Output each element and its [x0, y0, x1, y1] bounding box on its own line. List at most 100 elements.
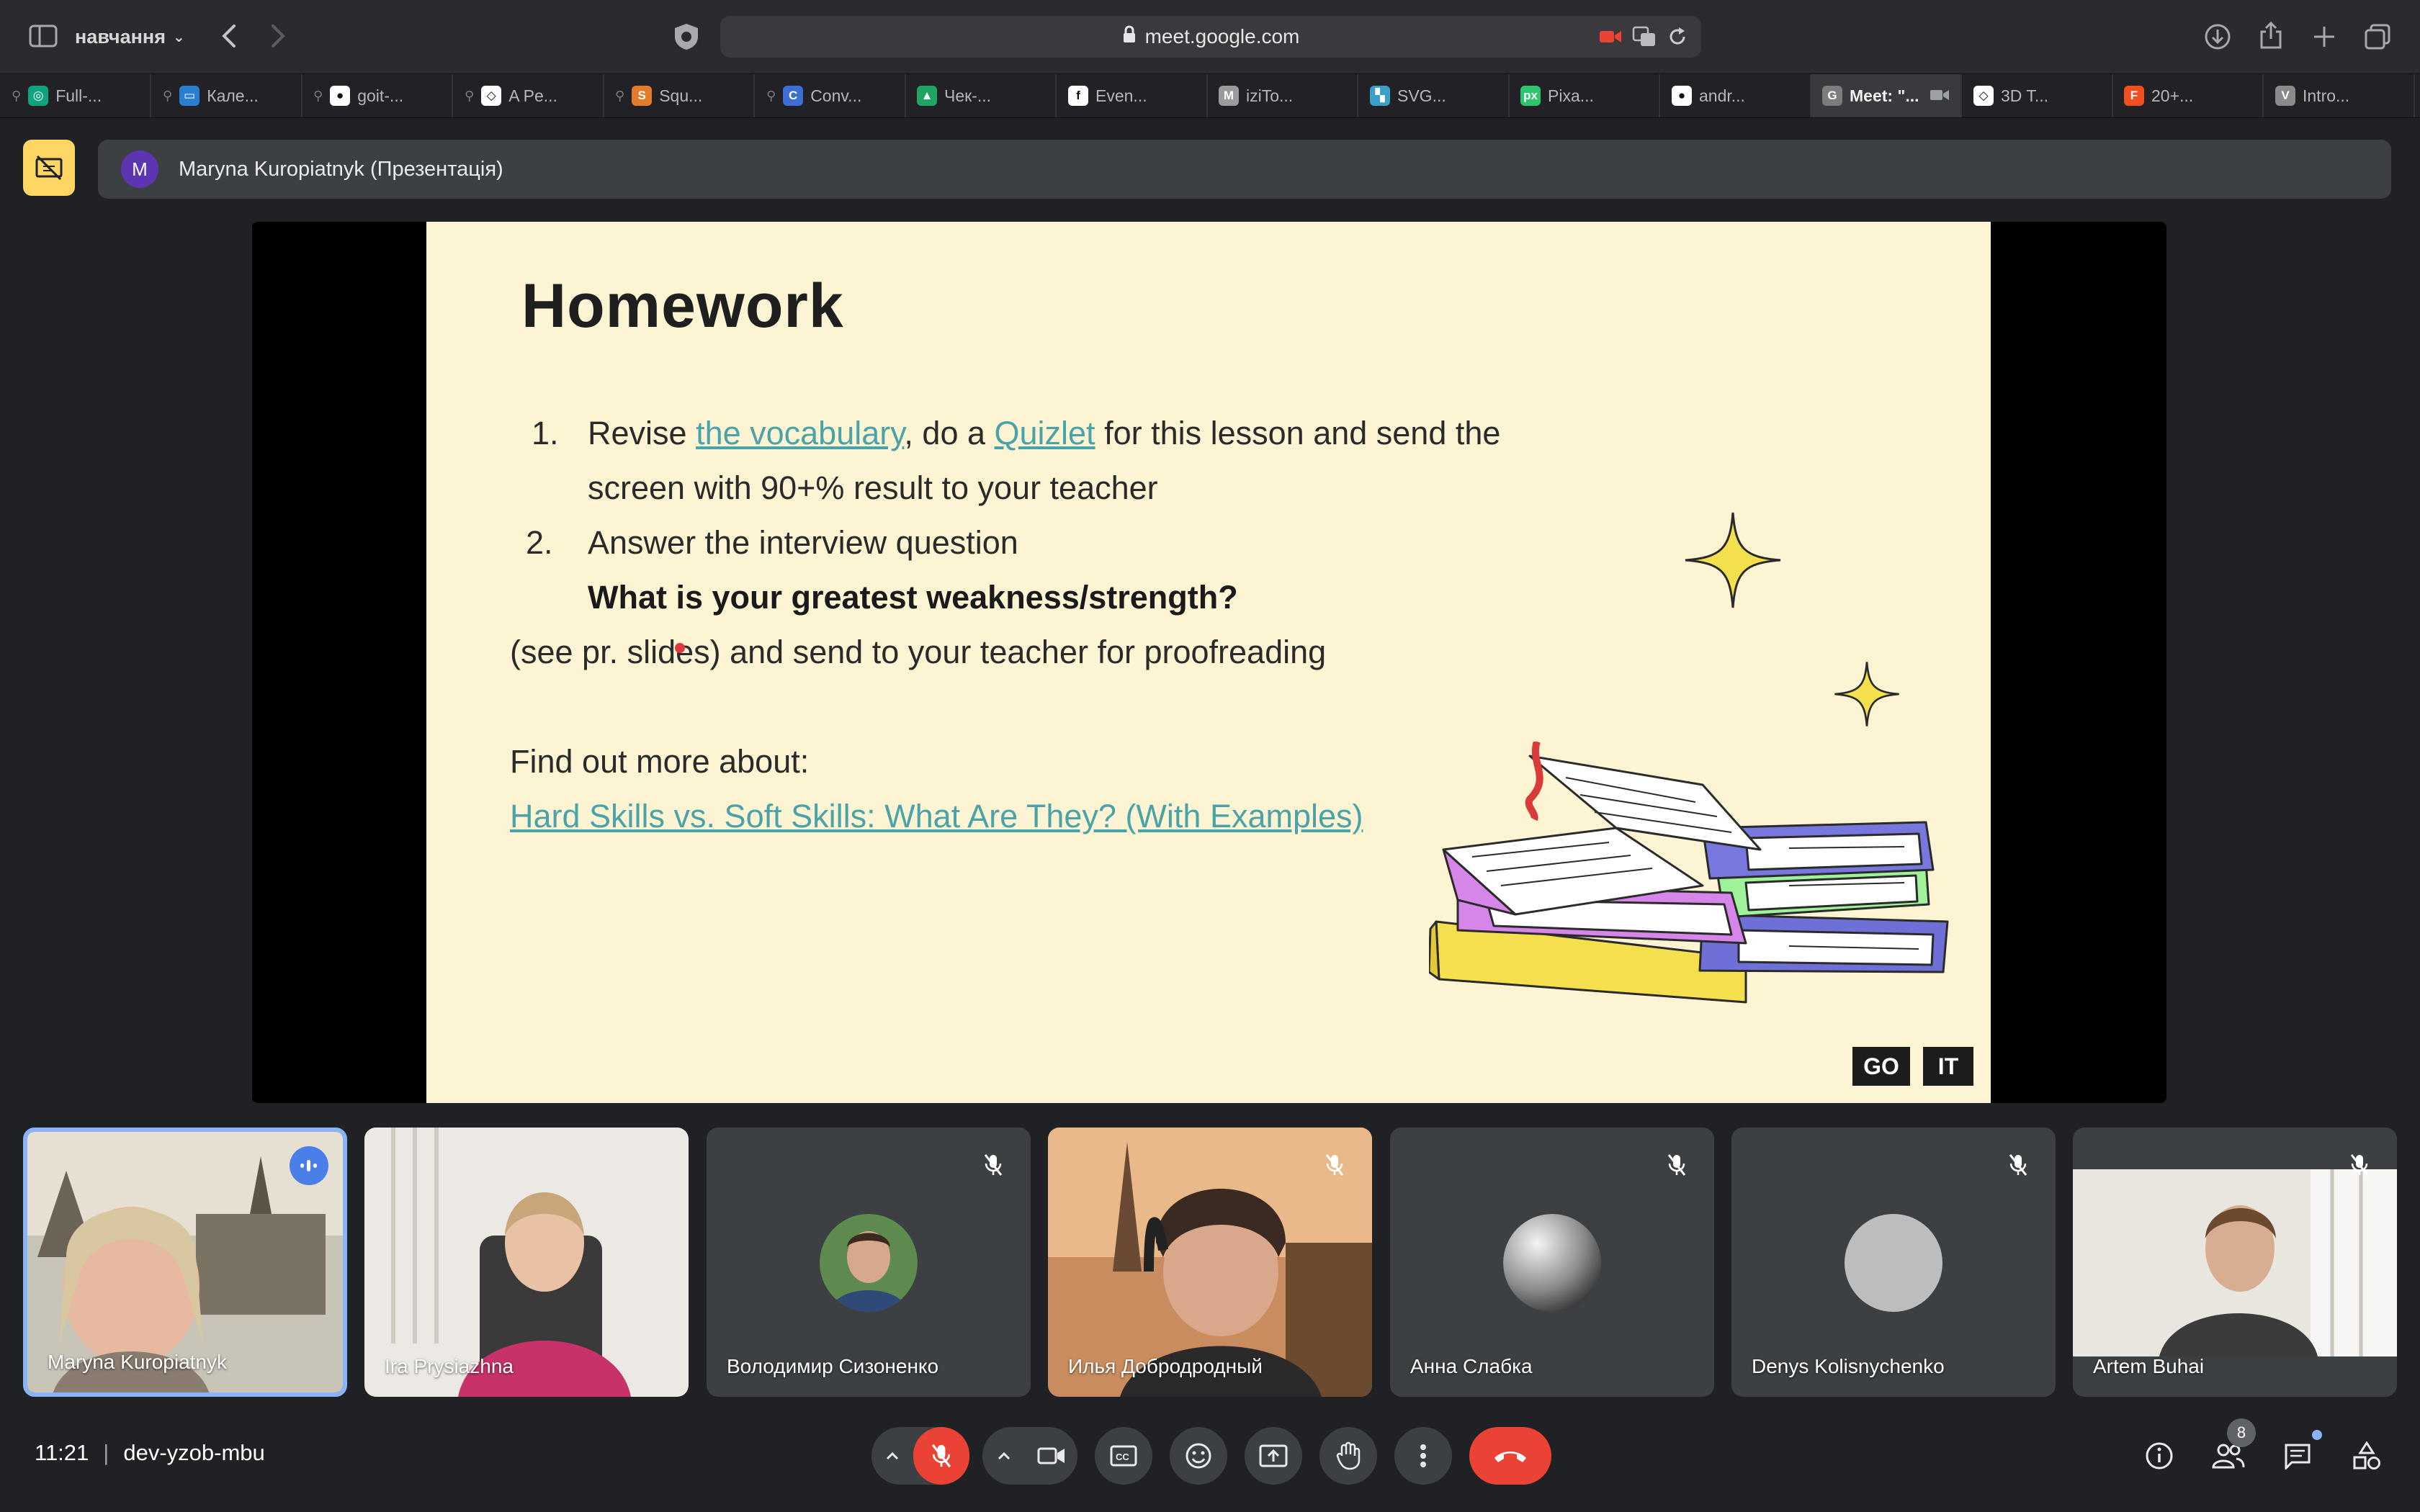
browser-tab[interactable]: f Even... [1057, 74, 1208, 117]
hand-icon [1336, 1441, 1361, 1470]
address-bar[interactable]: meet.google.com [720, 16, 1701, 58]
browser-tab[interactable]: ⚲ S Squ... [604, 74, 755, 117]
camera-control-group [982, 1427, 1077, 1485]
downloads-icon[interactable] [2201, 20, 2234, 53]
mic-control-group [871, 1427, 969, 1485]
translate-icon[interactable] [1632, 26, 1657, 53]
participant-name: Ira Prysiazhna [385, 1355, 514, 1377]
participant-name: Maryna Kuropiatnyk [48, 1351, 228, 1373]
privacy-report-icon[interactable] [670, 20, 703, 53]
logo-divider [1910, 1047, 1923, 1086]
meeting-info: 11:21 | dev-yzob-mbu [35, 1440, 265, 1466]
speaking-indicator-icon [290, 1146, 328, 1185]
tab-bar: ⚲ ◎ Full-... ⚲ ▭ Кале... ⚲ ● goit-... ⚲ ◇ A Pe... ⚲ S… [0, 73, 2420, 118]
browser-tab[interactable]: ⚲ ▭ Кале... [151, 74, 302, 117]
share-icon[interactable] [2254, 19, 2287, 52]
favicon-icon: V [2275, 86, 2295, 106]
presentation-stage: Homework 1. Revise the vocabulary, do a … [252, 222, 2166, 1103]
participant-tile[interactable]: Artem Buhai [2073, 1128, 2397, 1397]
books-illustration [1429, 742, 1949, 1004]
browser-tab[interactable]: V Intro... [2264, 74, 2415, 117]
new-tab-icon[interactable] [2308, 20, 2341, 53]
browser-tab[interactable]: F 20+... [2112, 74, 2264, 117]
browser-tab[interactable]: px Pixa... [1509, 74, 1660, 117]
camera-button[interactable] [1026, 1427, 1077, 1485]
tab-label: iziTo... [1246, 86, 1294, 105]
sidebar-toggle-icon[interactable] [27, 22, 59, 50]
captions-icon: CC [1110, 1445, 1137, 1467]
favicon-icon: px [1520, 86, 1541, 106]
leave-call-button[interactable] [1469, 1427, 1551, 1485]
reload-icon[interactable] [1667, 26, 1688, 53]
goit-logo: GO IT [1852, 1047, 1973, 1086]
browser-tab[interactable]: ▚ SVG... [1358, 74, 1510, 117]
find-more-label: Find out more about: [510, 743, 810, 780]
tab-label: Meet: "... [1850, 86, 1919, 105]
chat-button[interactable] [2275, 1430, 2322, 1479]
participant-name: Artem Buhai [2093, 1355, 2205, 1377]
camera-in-use-icon[interactable] [1599, 27, 1622, 50]
tab-group-label: навчання [75, 25, 166, 48]
tab-overview-icon[interactable] [2361, 20, 2394, 53]
stop-presenting-icon[interactable] [23, 140, 75, 196]
favicon-icon: G [1822, 86, 1842, 106]
note-text: (see pr. slides) and send to your teache… [510, 634, 1327, 670]
participant-tile[interactable]: Володимир Сизоненко [707, 1128, 1031, 1397]
people-button[interactable]: 8 [2205, 1418, 2256, 1479]
favicon-icon: S [632, 86, 653, 106]
captions-button[interactable]: CC [1095, 1427, 1152, 1485]
back-icon[interactable] [215, 22, 243, 50]
favicon-icon: ● [330, 86, 351, 106]
svg-text:CC: CC [1116, 1452, 1129, 1462]
favicon-icon: f [1068, 86, 1088, 106]
participant-tile[interactable]: Maryna Kuropiatnyk [23, 1128, 347, 1397]
raise-hand-button[interactable] [1319, 1427, 1377, 1485]
browser-tab[interactable]: ⚲ C Conv... [755, 74, 906, 117]
participant-tile[interactable]: Ira Prysiazhna [364, 1128, 689, 1397]
mic-options-button[interactable] [871, 1427, 913, 1485]
camera-options-button[interactable] [982, 1427, 1026, 1485]
browser-tab[interactable]: MiziTo... [1207, 74, 1358, 117]
favicon-icon: ◎ [28, 86, 49, 106]
favicon-icon: M [1219, 86, 1239, 106]
favicon-icon: ▭ [179, 86, 200, 106]
forward-icon[interactable] [264, 22, 292, 50]
item-text: for this lesson and send the [1095, 415, 1501, 451]
mic-off-button[interactable] [913, 1427, 969, 1485]
mic-off-icon [976, 1148, 1010, 1182]
mic-off-icon [1659, 1148, 1694, 1182]
favicon-icon: ◇ [481, 86, 502, 106]
notification-dot [2312, 1430, 2322, 1440]
camera-recording-icon [1930, 86, 1950, 106]
participant-tile[interactable]: Илья Добродродный [1048, 1128, 1372, 1397]
chat-icon [2285, 1444, 2311, 1470]
browser-tab[interactable]: ● andr... [1660, 74, 1811, 117]
quizlet-link[interactable]: Quizlet [995, 415, 1095, 451]
browser-tab[interactable]: ▲ Чек-... [905, 74, 1057, 117]
participant-tile[interactable]: Denys Kolisnychenko [1731, 1128, 2056, 1397]
mic-off-icon [1317, 1148, 1352, 1182]
vocabulary-link[interactable]: the vocabulary [696, 415, 904, 451]
homework-item-2: Answer the interview question [588, 524, 1018, 561]
article-link[interactable]: Hard Skills vs. Soft Skills: What Are Th… [510, 798, 1363, 835]
tab-label: Pixa... [1548, 86, 1594, 105]
browser-tab[interactable]: ◇ 3D T... [1962, 74, 2113, 117]
browser-tab[interactable]: ⚲ ◇ A Pe... [453, 74, 604, 117]
tab-label: Squ... [659, 86, 703, 105]
meeting-details-button[interactable] [2136, 1433, 2182, 1479]
present-button[interactable] [1245, 1427, 1302, 1485]
pin-icon: ⚲ [313, 88, 323, 103]
hang-up-icon [1494, 1452, 1526, 1462]
favicon-icon: C [783, 86, 804, 106]
activities-button[interactable] [2344, 1433, 2390, 1479]
browser-tab[interactable]: ⚲ ◎ Full-... [0, 74, 151, 117]
info-icon [2146, 1442, 2173, 1470]
tab-group-selector[interactable]: навчання ⌄ [75, 22, 185, 52]
participant-tile[interactable]: Анна Слабка [1390, 1128, 1714, 1397]
browser-tab[interactable]: ⚲ ● goit-... [302, 74, 453, 117]
browser-tab[interactable]: G Meet: "... [1811, 74, 1962, 117]
meeting-time: 11:21 [35, 1440, 89, 1465]
meeting-code: dev-yzob-mbu [123, 1440, 265, 1465]
reactions-button[interactable] [1170, 1427, 1227, 1485]
more-options-button[interactable] [1394, 1427, 1452, 1485]
